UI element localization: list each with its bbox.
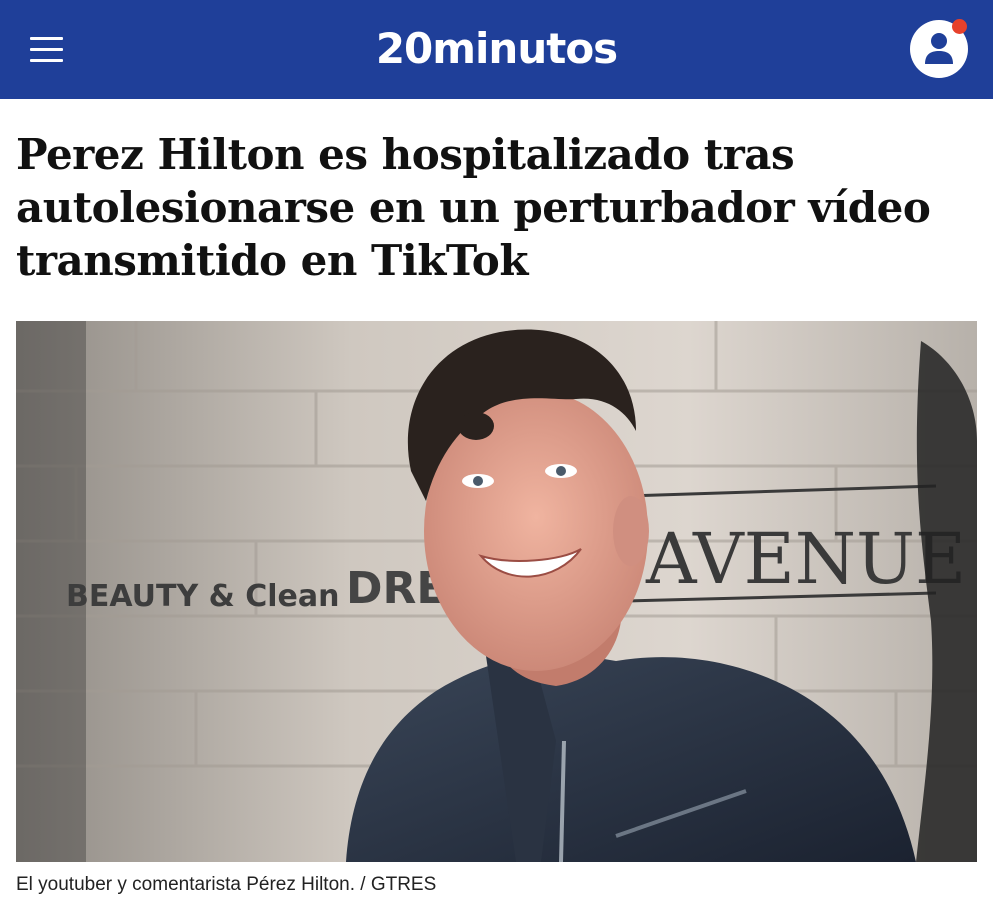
photo-illustration: AVENUE BEAUTY & Clean DRE [16, 321, 977, 862]
wall-text-brand: BEAUTY & Clean [66, 579, 340, 614]
wall-text-avenue: AVENUE [645, 518, 966, 600]
article-headline: Perez Hilton es hospitalizado tras autol… [16, 130, 931, 285]
site-header: 20minutos [0, 0, 993, 99]
site-logo[interactable]: 20minutos [0, 22, 993, 76]
photo-caption: El youtuber y comentarista Pérez Hilton.… [16, 874, 437, 895]
article-photo[interactable]: AVENUE BEAUTY & Clean DRE [16, 321, 977, 862]
notification-badge [952, 19, 967, 34]
user-account-icon [925, 33, 953, 64]
